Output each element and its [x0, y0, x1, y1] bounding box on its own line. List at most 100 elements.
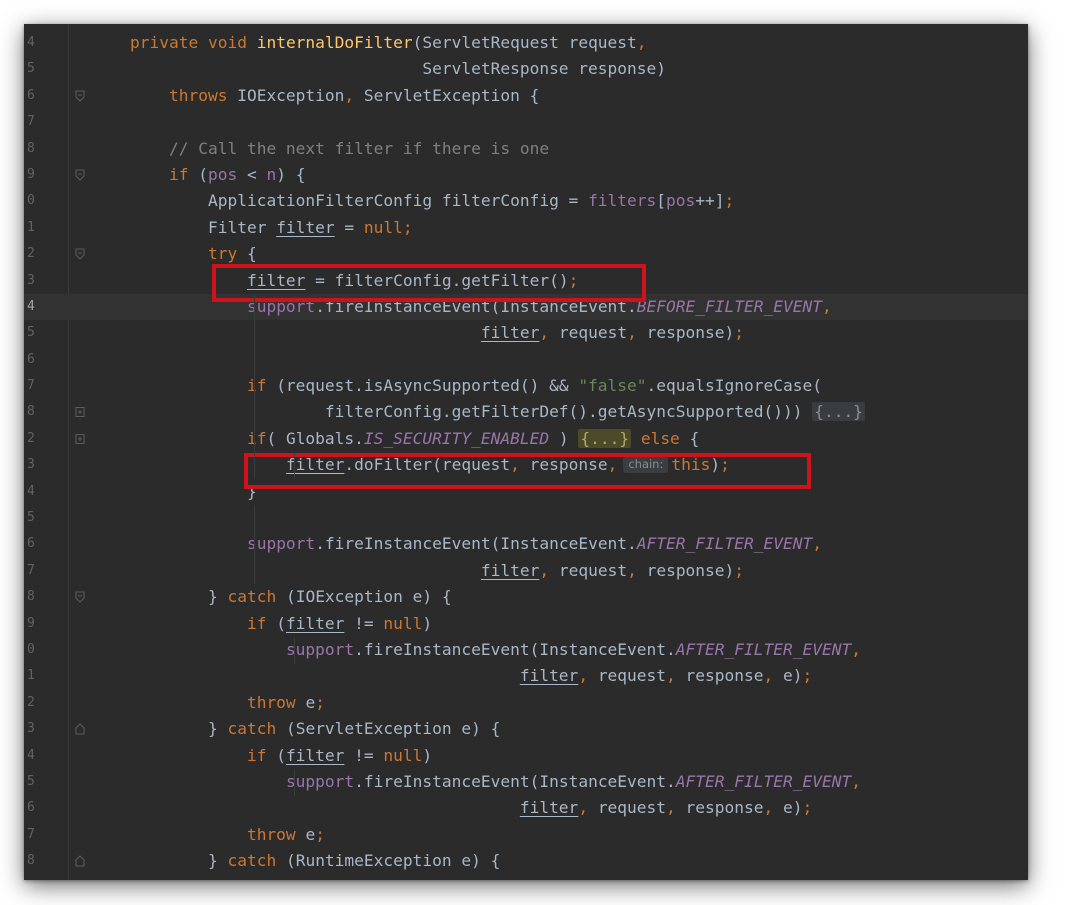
line-number[interactable]: 8 — [24, 136, 39, 162]
fold-collapse-icon[interactable] — [75, 591, 85, 603]
line-number[interactable]: 8 — [24, 584, 39, 610]
code-text[interactable]: support.fireInstanceEvent(InstanceEvent.… — [130, 294, 832, 320]
line-number[interactable]: 6 — [24, 795, 39, 821]
code-line[interactable]: 7 if (request.isAsyncSupported() && "fal… — [24, 373, 1028, 399]
line-number[interactable]: 3 — [24, 452, 39, 478]
code-line[interactable]: 8 // Call the next filter if there is on… — [24, 136, 1028, 162]
code-line[interactable]: 8 } catch (RuntimeException e) { — [24, 848, 1028, 874]
line-number[interactable]: 3 — [24, 716, 39, 742]
code-text[interactable]: if (pos < n) { — [130, 162, 306, 188]
fold-collapse-icon[interactable] — [75, 855, 85, 867]
line-number[interactable]: 6 — [24, 347, 39, 373]
code-line[interactable]: 9 if (pos < n) { — [24, 162, 1028, 188]
code-text[interactable]: private void internalDoFilter(ServletReq… — [130, 30, 647, 56]
code-text[interactable]: } — [130, 479, 257, 505]
line-number[interactable]: 5 — [24, 505, 39, 531]
code-text[interactable]: filter, request, response); — [130, 558, 744, 584]
line-number[interactable]: 1 — [24, 215, 39, 241]
code-line[interactable]: 4 support.fireInstanceEvent(InstanceEven… — [24, 293, 1028, 321]
code-text[interactable]: Filter filter = null; — [130, 215, 413, 241]
folded-code-placeholder[interactable]: {...} — [812, 402, 865, 422]
code-text[interactable]: ServletResponse response) — [130, 56, 666, 82]
line-number[interactable]: 5 — [24, 320, 39, 346]
code-text[interactable]: // Call the next filter if there is one — [130, 136, 549, 162]
code-line[interactable]: 7 — [24, 109, 1028, 135]
line-number[interactable]: 2 — [24, 241, 39, 267]
line-number[interactable]: 0 — [24, 188, 39, 214]
code-editor[interactable]: 4 private void internalDoFilter(ServletRe… — [24, 24, 1028, 880]
code-text[interactable]: try { — [130, 241, 257, 267]
fold-expand-icon[interactable] — [75, 433, 85, 445]
code-text[interactable]: throw e; — [130, 822, 325, 848]
code-line[interactable]: 2 try { — [24, 241, 1028, 267]
code-line[interactable]: 3 filter = filterConfig.getFilter(); — [24, 268, 1028, 294]
line-number[interactable]: 4 — [24, 743, 39, 769]
code-line[interactable]: 7 throw e; — [24, 822, 1028, 848]
code-text[interactable]: } catch (IOException e) { — [130, 584, 452, 610]
code-text[interactable]: throw e; — [130, 690, 325, 716]
line-number[interactable]: 0 — [24, 637, 39, 663]
code-text[interactable]: } catch (RuntimeException e) { — [130, 848, 500, 874]
code-line[interactable]: 0 support.fireInstanceEvent(InstanceEven… — [24, 637, 1028, 663]
line-number[interactable]: 4 — [24, 294, 39, 320]
line-number[interactable]: 2 — [24, 690, 39, 716]
fold-expand-icon[interactable] — [75, 406, 85, 418]
line-number[interactable]: 7 — [24, 558, 39, 584]
line-number[interactable]: 8 — [24, 848, 39, 874]
code-text[interactable]: if (request.isAsyncSupported() && "false… — [130, 373, 822, 399]
folded-code-placeholder[interactable]: {...} — [578, 428, 632, 448]
line-number[interactable]: 7 — [24, 373, 39, 399]
line-number[interactable]: 5 — [24, 769, 39, 795]
fold-collapse-icon[interactable] — [75, 248, 85, 260]
code-text[interactable]: filterConfig.getFilterDef().getAsyncSupp… — [130, 399, 865, 425]
line-number[interactable]: 9 — [24, 162, 39, 188]
code-text[interactable]: } catch (ServletException e) { — [130, 716, 500, 742]
line-number[interactable]: 6 — [24, 83, 39, 109]
code-line[interactable]: 1 Filter filter = null; — [24, 215, 1028, 241]
code-text[interactable]: throws IOException, ServletException { — [130, 83, 539, 109]
code-line[interactable]: 8 } catch (IOException e) { — [24, 584, 1028, 610]
code-line[interactable]: 5 — [24, 505, 1028, 531]
code-line[interactable]: 5 ServletResponse response) — [24, 56, 1028, 82]
code-line[interactable]: 2 if( Globals.IS_SECURITY_ENABLED ) {...… — [24, 426, 1028, 452]
line-number[interactable]: 6 — [24, 531, 39, 557]
line-number[interactable]: 3 — [24, 268, 39, 294]
line-number[interactable]: 5 — [24, 56, 39, 82]
code-line[interactable]: 6 filter, request, response, e); — [24, 795, 1028, 821]
code-line[interactable]: 2 throw e; — [24, 690, 1028, 716]
code-line[interactable]: 1 filter, request, response, e); — [24, 663, 1028, 689]
code-text[interactable]: filter, request, response); — [130, 320, 744, 346]
code-text[interactable]: support.fireInstanceEvent(InstanceEvent.… — [130, 637, 861, 663]
line-number[interactable]: 7 — [24, 109, 39, 135]
code-text[interactable]: ApplicationFilterConfig filterConfig = f… — [130, 188, 734, 214]
code-text[interactable]: if (filter != null) — [130, 611, 432, 637]
code-line[interactable]: 5 support.fireInstanceEvent(InstanceEven… — [24, 769, 1028, 795]
code-line[interactable]: 5 filter, request, response); — [24, 320, 1028, 346]
code-text[interactable]: if( Globals.IS_SECURITY_ENABLED ) {...} … — [130, 426, 699, 452]
code-line[interactable]: 3 filter.doFilter(request, response, chai… — [24, 452, 1028, 478]
line-number[interactable]: 4 — [24, 30, 39, 56]
fold-collapse-icon[interactable] — [75, 723, 85, 735]
code-line[interactable]: 6 support.fireInstanceEvent(InstanceEven… — [24, 531, 1028, 557]
line-number[interactable]: 7 — [24, 822, 39, 848]
code-text[interactable]: support.fireInstanceEvent(InstanceEvent.… — [130, 769, 861, 795]
code-line[interactable]: 8 filterConfig.getFilterDef().getAsyncSu… — [24, 399, 1028, 425]
code-area[interactable]: 4 private void internalDoFilter(ServletRe… — [24, 30, 1028, 875]
code-text[interactable]: support.fireInstanceEvent(InstanceEvent.… — [130, 531, 822, 557]
code-text[interactable]: filter, request, response, e); — [130, 663, 812, 689]
fold-collapse-icon[interactable] — [75, 90, 85, 102]
code-text[interactable]: filter = filterConfig.getFilter(); — [130, 268, 578, 294]
code-text[interactable]: if (filter != null) — [130, 743, 432, 769]
code-line[interactable]: 4 } — [24, 479, 1028, 505]
line-number[interactable]: 1 — [24, 663, 39, 689]
code-text[interactable]: filter, request, response, e); — [130, 795, 812, 821]
line-number[interactable]: 2 — [24, 426, 39, 452]
code-line[interactable]: 3 } catch (ServletException e) { — [24, 716, 1028, 742]
code-line[interactable]: 6 — [24, 347, 1028, 373]
code-line[interactable]: 4 private void internalDoFilter(ServletRe… — [24, 30, 1028, 56]
line-number[interactable]: 8 — [24, 399, 39, 425]
code-line[interactable]: 9 if (filter != null) — [24, 611, 1028, 637]
code-line[interactable]: 0 ApplicationFilterConfig filterConfig =… — [24, 188, 1028, 214]
line-number[interactable]: 9 — [24, 611, 39, 637]
code-line[interactable]: 6 throws IOException, ServletException { — [24, 83, 1028, 109]
